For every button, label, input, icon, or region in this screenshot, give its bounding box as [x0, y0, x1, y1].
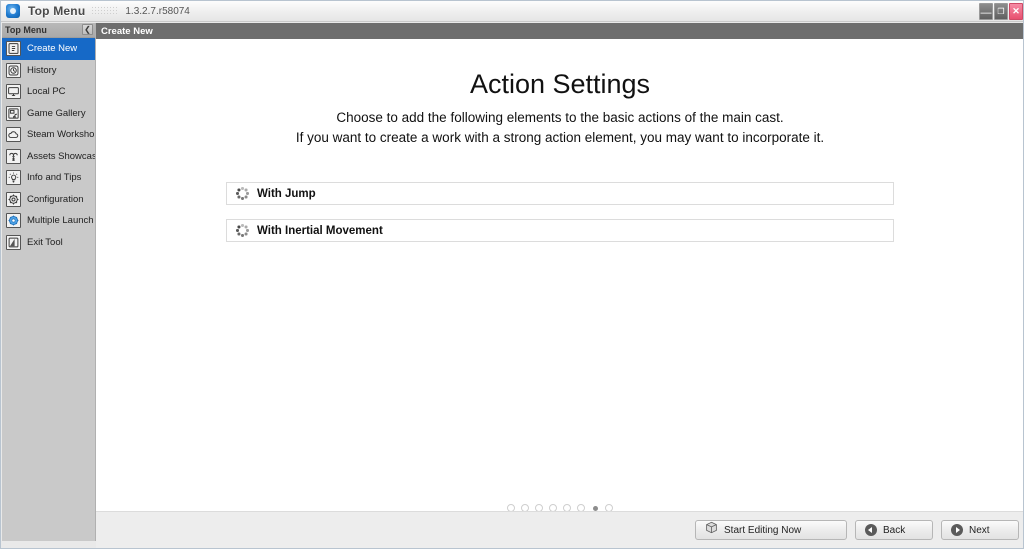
page-subtitle-line-2: If you want to create a work with a stro…: [295, 130, 825, 145]
new-document-icon: [6, 41, 21, 57]
lightbulb-icon: [6, 170, 21, 186]
sidebar-item-create-new[interactable]: Create New: [2, 38, 95, 60]
sidebar-item-game-gallery[interactable]: Game Gallery: [2, 103, 95, 125]
monitor-icon: [6, 84, 21, 100]
minimize-button[interactable]: —: [979, 2, 993, 20]
close-button[interactable]: ✕: [1009, 2, 1023, 20]
sidebar-item-label: Assets Showcase: [27, 150, 96, 162]
sidebar-header: Top Menu ❮: [2, 23, 95, 38]
sidebar-item-local-pc[interactable]: Local PC: [2, 81, 95, 103]
game-gallery-icon: [6, 105, 21, 121]
pager-dot-active[interactable]: [592, 505, 598, 511]
gear-icon: [6, 191, 21, 207]
title-grip-dots: [91, 6, 118, 16]
app-logo-icon: [6, 4, 20, 18]
sidebar-item-assets-showcase[interactable]: Assets Showcase: [2, 146, 95, 168]
breadcrumb-label: Create New: [101, 25, 153, 37]
application-window: Top Menu 1.3.2.7.r58074 — ❐ ✕ Top Menu ❮…: [0, 0, 1024, 549]
sidebar-collapse-button[interactable]: ❮: [82, 24, 93, 35]
dotted-circle-icon[interactable]: [236, 224, 249, 237]
sidebar-item-label: Game Gallery: [27, 107, 86, 119]
option-label: With Inertial Movement: [257, 224, 383, 237]
page-title: Action Settings: [469, 69, 651, 99]
maximize-button[interactable]: ❐: [994, 2, 1008, 20]
sidebar-item-label: Info and Tips: [27, 172, 82, 184]
page-subtitle: Choose to add the following elements to …: [96, 108, 1023, 148]
version-label: 1.3.2.7.r58074: [125, 5, 190, 17]
maximize-icon: ❐: [997, 6, 1005, 16]
cloud-icon: [6, 127, 21, 143]
sidebar-item-label: Steam Workshop: [27, 129, 96, 141]
assets-icon: [6, 148, 21, 164]
sidebar-item-label: Local PC: [27, 86, 66, 98]
main-content: Action Settings Choose to add the follow…: [96, 39, 1023, 511]
option-row[interactable]: With Jump: [226, 182, 894, 205]
arrow-left-circle-icon: [865, 524, 877, 536]
next-label: Next: [969, 524, 990, 536]
sidebar-item-label: History: [27, 64, 57, 76]
sidebar-item-configuration[interactable]: Configuration: [2, 189, 95, 211]
sidebar-item-info-and-tips[interactable]: Info and Tips: [2, 167, 95, 189]
back-label: Back: [883, 524, 906, 536]
sidebar: Top Menu ❮ Create New History Local PC Game…: [2, 23, 96, 541]
sidebar-item-history[interactable]: History: [2, 60, 95, 82]
window-controls: — ❐ ✕: [978, 2, 1023, 20]
sidebar-item-label: Exit Tool: [27, 236, 63, 248]
option-list: With Jump With Inertial Movement: [96, 182, 1023, 242]
exit-door-icon: [6, 234, 21, 250]
sidebar-item-multiple-launch[interactable]: Multiple Launch: [2, 210, 95, 232]
next-button[interactable]: Next: [941, 520, 1019, 540]
sidebar-item-exit-tool[interactable]: Exit Tool: [2, 232, 95, 254]
title-bar: Top Menu 1.3.2.7.r58074 — ❐ ✕: [1, 1, 1023, 22]
sidebar-header-label: Top Menu: [5, 25, 47, 35]
page-subtitle-line-1: Choose to add the following elements to …: [336, 110, 784, 125]
history-clock-icon: [6, 62, 21, 78]
breadcrumb: Create New: [96, 23, 1023, 39]
sidebar-item-label: Configuration: [27, 193, 84, 205]
option-label: With Jump: [257, 187, 316, 200]
arrow-right-circle-icon: [951, 524, 963, 536]
sidebar-item-steam-workshop[interactable]: Steam Workshop: [2, 124, 95, 146]
start-editing-label: Start Editing Now: [724, 524, 802, 536]
minimize-icon: —: [980, 6, 992, 19]
sidebar-item-label: Multiple Launch: [27, 215, 94, 227]
footer-toolbar: Start Editing Now Back Next: [96, 511, 1023, 548]
start-editing-button[interactable]: Start Editing Now: [695, 520, 847, 540]
box-icon: [705, 521, 718, 539]
sidebar-item-list: Create New History Local PC Game Gallery Ste…: [2, 38, 95, 253]
back-button[interactable]: Back: [855, 520, 933, 540]
window-title: Top Menu: [28, 4, 86, 18]
sidebar-item-label: Create New: [27, 43, 78, 55]
dotted-circle-icon[interactable]: [236, 187, 249, 200]
multi-launch-icon: [6, 213, 21, 229]
option-row[interactable]: With Inertial Movement: [226, 219, 894, 242]
close-icon: ✕: [1012, 5, 1020, 16]
